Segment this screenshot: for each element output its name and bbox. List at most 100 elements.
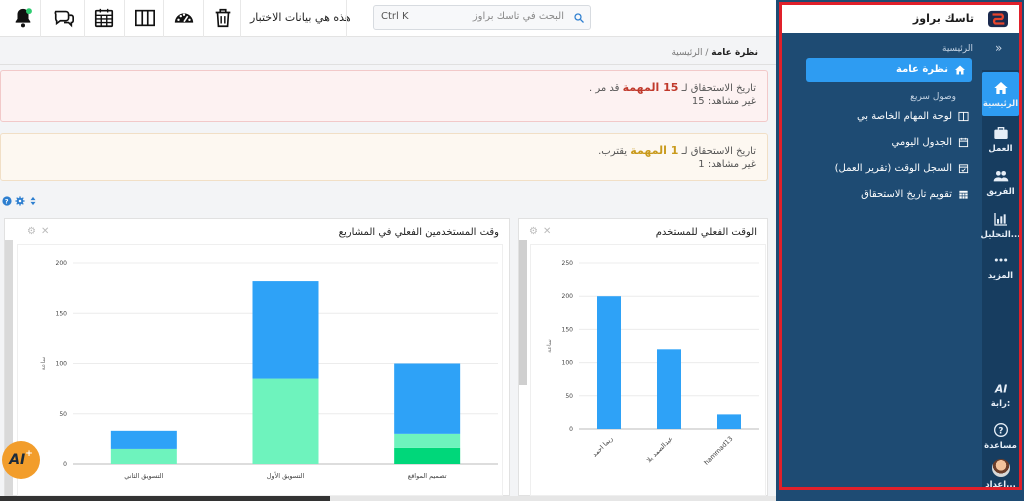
dashboard-gauge-icon[interactable]: [172, 6, 196, 30]
board-icon: [958, 111, 969, 121]
analytics-icon: [993, 212, 1007, 226]
trash-icon[interactable]: [211, 6, 235, 30]
widget-settings-icon[interactable]: ⚙: [529, 226, 538, 237]
settings-gear-icon[interactable]: [15, 196, 25, 206]
search-input[interactable]: Ctrl K البحث في تاسك براوز: [373, 5, 591, 30]
help-icon: ?: [993, 422, 1008, 437]
ai-icon: AI: [994, 382, 1007, 395]
rail-ai[interactable]: AI رابة:: [982, 372, 1019, 416]
bar-segment: [110, 448, 177, 464]
y-tick-label: 50: [59, 411, 67, 418]
widget-controls: ⚙ ✕: [27, 226, 49, 237]
bar-segment: [394, 447, 461, 464]
rail-team[interactable]: الفريق: [982, 160, 1019, 204]
overdue-unseen: غير مشاهد: 15: [691, 96, 756, 107]
more-dots-icon: [994, 257, 1007, 262]
widget-tools: ?: [2, 196, 38, 206]
x-tick-label: تصميم المواقع: [408, 472, 447, 480]
calendar-icon: [958, 137, 969, 147]
nav-section-home: الرئيسية: [942, 44, 973, 54]
briefcase-icon: [993, 126, 1008, 139]
widget-settings-icon[interactable]: ⚙: [27, 226, 36, 237]
widget-scrollbar[interactable]: [519, 240, 527, 385]
svg-text:?: ?: [998, 426, 1003, 436]
calendar-icon[interactable]: [92, 6, 116, 30]
breadcrumb-current: نظرة عامة: [711, 48, 758, 58]
calendar-grid-icon: [959, 190, 968, 199]
top-bar: هذه هي بيانات الاختبار Ctrl K البحث في ت…: [0, 0, 776, 37]
nav-item-overview[interactable]: نظرة عامة: [806, 58, 972, 82]
x-tick-label: ريما احمد: [591, 435, 615, 459]
rail-settings[interactable]: إعداد...: [982, 452, 1019, 496]
search-icon[interactable]: [568, 6, 590, 29]
rail-analytics[interactable]: التحليل...: [981, 203, 1020, 247]
rail-home[interactable]: الرئيسية: [982, 72, 1019, 116]
nav-quick-access-label: وصول سريع: [910, 92, 956, 102]
chat-icon[interactable]: [52, 6, 76, 30]
help-icon[interactable]: ?: [2, 196, 12, 206]
rail-work[interactable]: العمل: [982, 117, 1019, 161]
breadcrumb-root[interactable]: الرئيسية: [671, 48, 702, 58]
upcoming-alert-text: تاريخ الاستحقاق لـ 1 المهمة يقترب.: [598, 144, 756, 157]
upcoming-alert[interactable]: تاريخ الاستحقاق لـ 1 المهمة يقترب. غير م…: [0, 133, 768, 181]
bar-segment: [110, 430, 177, 449]
nav-item-time-log[interactable]: السجل الوقت (تقرير العمل): [835, 160, 969, 176]
brand-logo-icon: [988, 10, 1008, 28]
breadcrumb-separator: /: [705, 48, 709, 58]
sort-arrows-icon[interactable]: [28, 196, 38, 206]
projects-time-title: وقت المستخدمين الفعلي في المشاريع: [338, 227, 499, 238]
bar: [597, 296, 621, 429]
user-time-title: الوقت الفعلي للمستخدم: [655, 227, 757, 238]
y-tick-label: 100: [56, 361, 68, 368]
bar-segment: [394, 433, 461, 448]
widget-close-icon[interactable]: ✕: [543, 226, 551, 237]
nav-item-due-date-calendar[interactable]: تقويم تاريخ الاستحقاق: [861, 186, 969, 202]
collapse-sidebar-icon[interactable]: »: [995, 41, 1002, 55]
brand-name: تاسك براوز: [912, 12, 974, 25]
upcoming-unseen: غير مشاهد: 1: [698, 159, 756, 170]
widget-controls: ⚙ ✕: [529, 226, 551, 237]
user-chart-area: 0 50 100 150 200 250 ساعة ريما احمد عبدالصمد بلا…: [530, 244, 766, 496]
x-tick-label: hammad13: [702, 435, 734, 467]
notification-bell-icon[interactable]: [11, 6, 35, 30]
calendar-check-icon: [958, 163, 969, 173]
overdue-alert[interactable]: تاريخ الاستحقاق لـ 15 المهمة قد مر . غير…: [0, 70, 768, 122]
avatar: [991, 458, 1010, 477]
rail-more[interactable]: المزيد: [982, 244, 1019, 288]
bar: [657, 349, 681, 429]
nav-item-my-task-board[interactable]: لوحة المهام الخاصة بي: [857, 108, 969, 124]
bar-segment: [394, 363, 461, 434]
x-tick-label: التسويق الأول: [267, 471, 305, 480]
home-icon: [993, 81, 1008, 94]
y-tick-label: 0: [63, 461, 67, 468]
y-tick-label: 200: [56, 260, 68, 267]
y-tick-label: 0: [569, 426, 573, 433]
bar-segment: [252, 378, 319, 464]
columns-icon[interactable]: [133, 6, 157, 30]
y-axis-label: ساعة: [40, 357, 47, 371]
y-tick-label: 50: [565, 393, 573, 400]
horizontal-scrollbar-thumb[interactable]: [0, 496, 330, 501]
home-icon: [955, 65, 965, 75]
bar: [717, 414, 741, 429]
y-tick-label: 150: [56, 310, 68, 317]
brand-header[interactable]: تاسك براوز: [782, 5, 1019, 33]
nav-item-daily-schedule[interactable]: الجدول اليومي: [891, 134, 969, 150]
svg-text:?: ?: [5, 199, 9, 206]
demo-data-label: هذه هي بيانات الاختبار: [250, 11, 351, 24]
search-placeholder: البحث في تاسك براوز: [472, 11, 564, 22]
user-time-chart: 0 50 100 150 200 250 ساعة ريما احمد عبدالصمد بلا…: [546, 260, 759, 467]
team-icon: [993, 170, 1008, 181]
upcoming-count[interactable]: 1 المهمة: [630, 144, 678, 157]
y-tick-label: 100: [562, 360, 574, 367]
projects-chart-area: 0 50 100 150 200 ساعة التسويق الثاني التسويق ال…: [17, 244, 503, 496]
overdue-count[interactable]: 15 المهمة: [623, 81, 679, 94]
y-tick-label: 250: [562, 260, 574, 267]
projects-time-chart: 0 50 100 150 200 ساعة التسويق الثاني التسويق ال…: [40, 260, 498, 480]
overdue-alert-text: تاريخ الاستحقاق لـ 15 المهمة قد مر .: [589, 81, 756, 94]
widget-close-icon[interactable]: ✕: [41, 226, 49, 237]
x-tick-label: عبدالصمد بلا: [645, 435, 675, 465]
y-axis-label: ساعة: [546, 339, 553, 353]
ai-assistant-button[interactable]: AI +: [2, 441, 40, 479]
y-tick-label: 150: [562, 326, 574, 333]
